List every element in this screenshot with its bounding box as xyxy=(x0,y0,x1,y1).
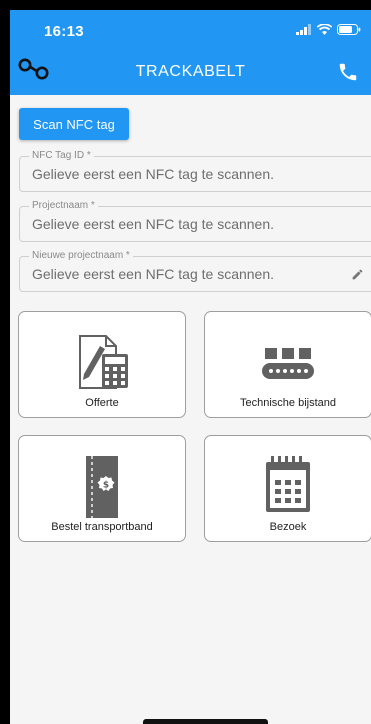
new-project-name-field[interactable]: Nieuwe projectnaam * Gelieve eerst een N… xyxy=(19,250,371,292)
nfc-tag-id-label: NFC Tag ID * xyxy=(29,150,94,162)
scan-nfc-button[interactable]: Scan NFC tag xyxy=(19,108,129,140)
invoice-calculator-icon xyxy=(79,335,128,389)
calendar-icon xyxy=(266,456,310,512)
home-indicator[interactable] xyxy=(143,719,268,724)
status-icons xyxy=(296,24,361,35)
nfc-tag-id-field[interactable]: NFC Tag ID * Gelieve eerst een NFC tag t… xyxy=(19,150,371,192)
project-name-value: Gelieve eerst een NFC tag te scannen. xyxy=(32,216,275,232)
tile-bestel-transportband-label: Bestel transportband xyxy=(51,521,153,533)
app-bar: 16:13 TRACKABELT xyxy=(10,10,371,95)
project-name-field[interactable]: Projectnaam * Gelieve eerst een NFC tag … xyxy=(19,200,371,242)
conveyor-belt-icon xyxy=(262,348,314,379)
project-name-label: Projectnaam * xyxy=(29,200,98,212)
edit-pencil-icon[interactable] xyxy=(351,268,364,281)
app-title: TRACKABELT xyxy=(135,63,246,80)
tile-bezoek[interactable]: Bezoek xyxy=(204,435,371,542)
signal-icon xyxy=(296,24,311,35)
app-screen: 16:13 TRACKABELT Scan NFC tag NFC Tag ID… xyxy=(10,10,371,724)
new-project-name-label: Nieuwe projectnaam * xyxy=(29,250,133,262)
tile-offerte-label: Offerte xyxy=(85,397,119,409)
order-ticket-icon: $ xyxy=(86,456,118,518)
battery-icon xyxy=(337,24,361,35)
tile-bezoek-label: Bezoek xyxy=(269,521,307,533)
tile-offerte[interactable]: Offerte xyxy=(18,311,186,418)
phone-call-icon[interactable] xyxy=(337,61,359,83)
screen-border-left xyxy=(0,0,10,724)
new-project-name-value: Gelieve eerst een NFC tag te scannen. xyxy=(32,266,275,282)
wifi-icon xyxy=(317,24,332,35)
status-time: 16:13 xyxy=(44,23,84,40)
nfc-tag-id-value: Gelieve eerst een NFC tag te scannen. xyxy=(32,166,275,182)
tile-technische-bijstand-label: Technische bijstand xyxy=(239,397,336,409)
tile-bestel-transportband[interactable]: $ Bestel transportband xyxy=(18,435,186,542)
svg-text:$: $ xyxy=(103,481,109,491)
tile-technische-bijstand[interactable]: Technische bijstand xyxy=(204,311,371,418)
screen-border-top xyxy=(0,0,371,10)
